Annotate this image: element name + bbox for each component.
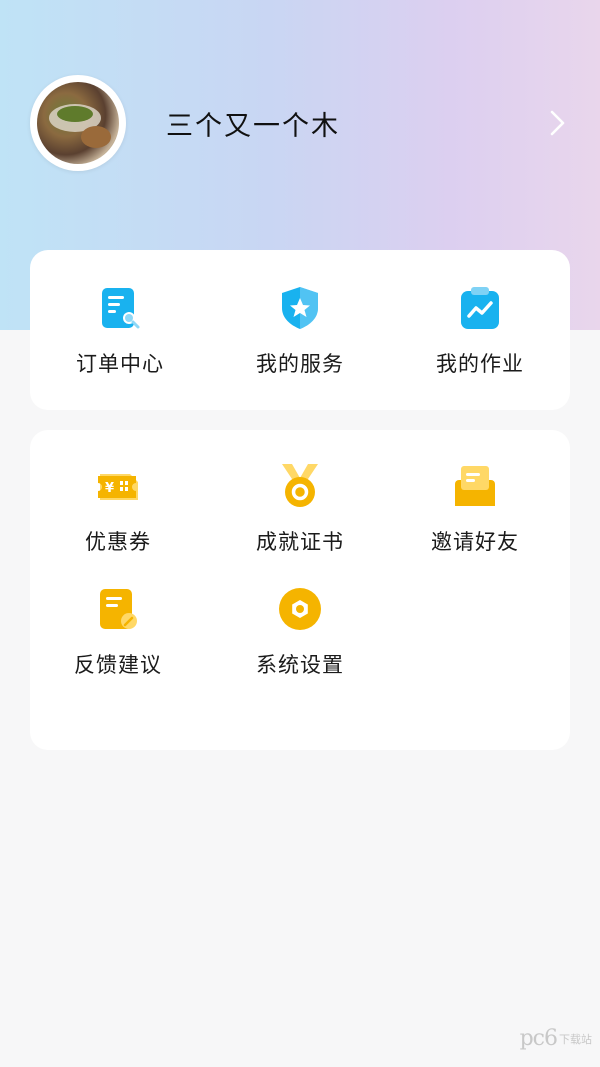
menu-item-label: 我的作业 <box>436 352 524 376</box>
shield-star-icon <box>282 287 318 329</box>
profile-header[interactable]: 三个又一个木 <box>0 0 600 250</box>
watermark-logo: pc6 下载站 <box>520 1026 592 1051</box>
medal-icon <box>282 464 318 507</box>
main-services-card: 订单中心 我的服务 我的作业 <box>30 250 570 410</box>
invite-envelope-icon <box>455 466 495 506</box>
menu-item-my-homework[interactable]: 我的作业 <box>390 284 570 378</box>
watermark-brand: pc6 <box>519 1026 558 1051</box>
menu-item-label: 邀请好友 <box>431 530 519 554</box>
menu-item-my-services[interactable]: 我的服务 <box>210 284 390 378</box>
more-functions-card: ¥ 优惠券 成就证书 邀请好友 反馈建议 系统设置 <box>30 430 570 750</box>
chevron-right-icon[interactable] <box>542 108 572 138</box>
username: 三个又一个木 <box>166 111 340 142</box>
menu-item-label: 反馈建议 <box>74 653 162 677</box>
menu-item-coupons[interactable]: ¥ 优惠券 <box>28 462 208 556</box>
watermark-suffix: 下载站 <box>559 1033 592 1046</box>
menu-item-label: 优惠券 <box>85 530 151 554</box>
menu-item-label: 我的服务 <box>256 352 344 376</box>
menu-item-invite-friends[interactable]: 邀请好友 <box>385 462 565 556</box>
settings-hex-icon <box>279 588 321 630</box>
coupon-icon: ¥ <box>98 474 138 500</box>
avatar-image <box>37 82 119 164</box>
feedback-note-icon <box>100 589 137 629</box>
menu-item-order-center[interactable]: 订单中心 <box>30 284 210 378</box>
menu-item-label: 系统设置 <box>256 653 344 677</box>
menu-item-certificates[interactable]: 成就证书 <box>210 462 390 556</box>
clipboard-chart-icon <box>461 287 499 329</box>
menu-item-label: 订单中心 <box>76 352 164 376</box>
menu-item-feedback[interactable]: 反馈建议 <box>28 585 208 679</box>
menu-item-label: 成就证书 <box>256 530 344 554</box>
profile-page: 三个又一个木 订单中心 我的服务 我的作业 ¥ 优惠券 成就证书 邀请好友 反馈… <box>0 0 600 1067</box>
avatar[interactable] <box>30 75 126 171</box>
menu-item-system-settings[interactable]: 系统设置 <box>210 585 390 679</box>
order-search-icon <box>102 288 140 329</box>
svg-text:¥: ¥ <box>105 481 114 496</box>
